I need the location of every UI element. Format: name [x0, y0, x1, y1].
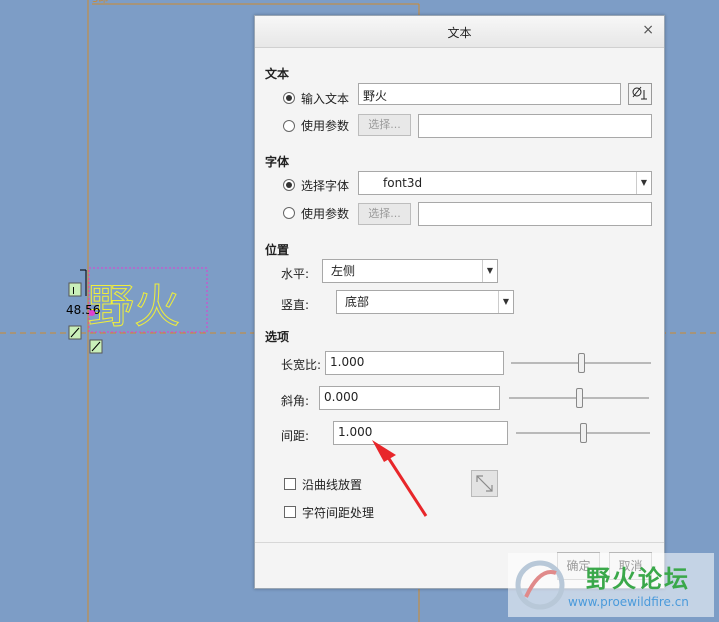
- watermark: 野火论坛 www.proewildfire.cn: [508, 553, 714, 617]
- watermark-name: 野火论坛: [586, 565, 690, 593]
- watermark-url: www.proewildfire.cn: [568, 595, 689, 609]
- watermark-logo-icon: [515, 560, 565, 610]
- annotation-arrow: [372, 440, 428, 517]
- arrow-head: [372, 440, 396, 462]
- arrow-shaft: [382, 450, 428, 517]
